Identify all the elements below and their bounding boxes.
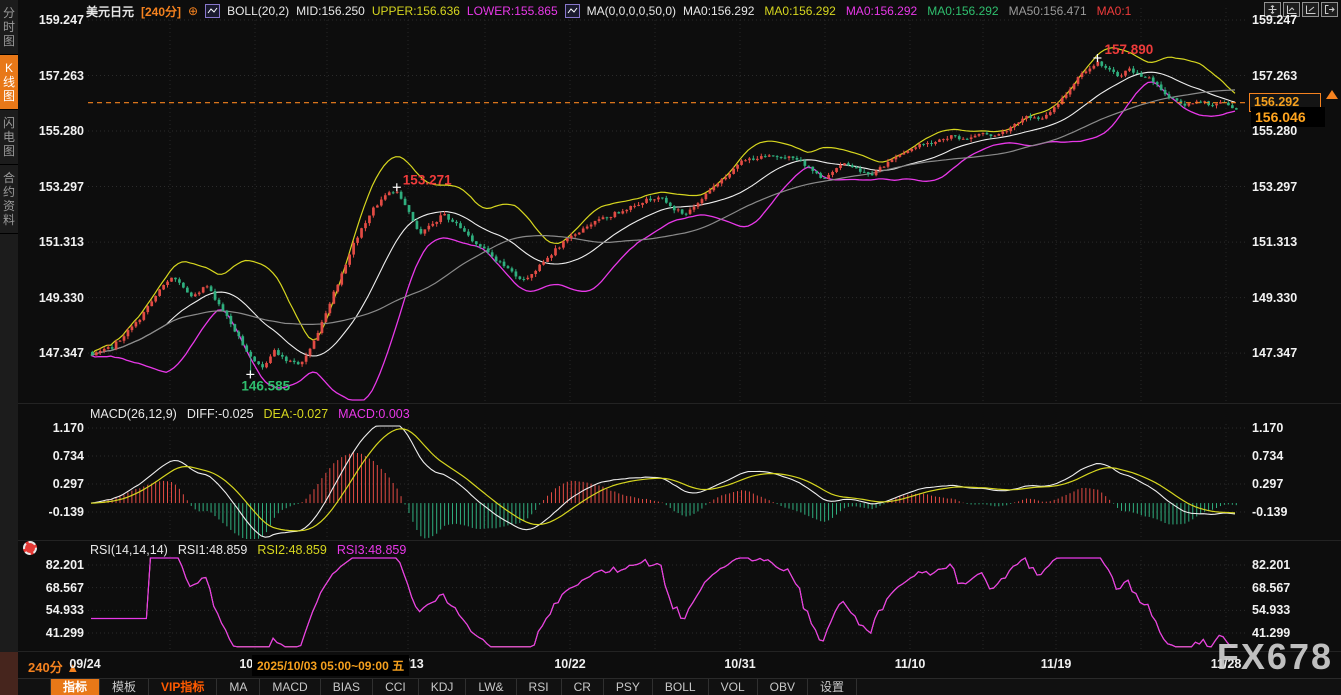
left-sidebar: 分 时 图K 线 图闪 电 图合 约 资 料 [0,0,18,652]
rsi-panel[interactable] [88,556,1248,652]
sidebar-tab-contract-info[interactable]: 合 约 资 料 [0,165,18,234]
panel-separator [18,403,1341,404]
toolbar-psy[interactable]: PSY [604,679,653,695]
toolbar-kdj[interactable]: KDJ [419,679,467,695]
price-axis-label: 157.263 [22,69,84,83]
toolbar-zhibiao[interactable]: 指标 [50,679,100,695]
price-axis-label: 147.347 [1252,346,1338,360]
macd-axis-label: 0.734 [1252,449,1338,463]
price-axis-label: 153.297 [22,180,84,194]
macd-axis-label: 1.170 [22,421,84,435]
time-axis: 240分 ▲ 2025/10/03 05:00~09:00 五 09/2410/… [0,652,1341,678]
macd-title: MACD(26,12,9) [90,407,177,421]
rsi-axis-label: 82.201 [22,558,84,572]
sidebar-tab-time-chart[interactable]: 分 时 图 [0,0,18,55]
price-axis-label: 147.347 [22,346,84,360]
watermark-logo: FX678 [1217,636,1333,678]
toolbar-cci[interactable]: CCI [373,679,419,695]
toolbar-vip-zhibiao[interactable]: VIP指标 [149,679,217,695]
toolbar-bias[interactable]: BIAS [321,679,373,695]
macd-axis-label: -0.139 [22,505,84,519]
time-tooltip: 2025/10/03 05:00~09:00 五 [252,655,409,676]
rsi1-value: RSI1:48.859 [178,543,248,557]
price-axis-label: 159.247 [1252,13,1338,27]
rsi-header: RSI(14,14,14) RSI1:48.859 RSI2:48.859 RS… [90,543,406,557]
toolbar-obv[interactable]: OBV [758,679,808,695]
macd-axis-label: -0.139 [1252,505,1338,519]
price-axis-label: 151.313 [1252,235,1338,249]
panel-separator [18,540,1341,541]
date-label: 10/31 [710,657,770,671]
date-label: 11/19 [1026,657,1086,671]
rsi-axis-label: 54.933 [22,603,84,617]
macd-macd-value: MACD:0.003 [338,407,410,421]
rsi3-value: RSI3:48.859 [337,543,407,557]
rsi-title: RSI(14,14,14) [90,543,168,557]
price-axis-label: 155.280 [1252,124,1338,138]
rsi-axis-label: 41.299 [22,626,84,640]
rsi-axis-label: 54.933 [1252,603,1338,617]
svg-text:146.585: 146.585 [241,378,290,393]
rsi-axis-label: 68.567 [22,581,84,595]
alert-icon[interactable] [23,541,37,555]
price-axis-label: 149.330 [22,291,84,305]
rsi-axis-label: 68.567 [1252,581,1338,595]
indicator-toolbar: 指标模板VIP指标MAMACDBIASCCIKDJLW&RSICRPSYBOLL… [18,678,1341,695]
macd-panel[interactable] [88,424,1248,540]
macd-header: MACD(26,12,9) DIFF:-0.025 DEA:-0.027 MAC… [90,407,410,421]
macd-axis-label: 0.297 [1252,477,1338,491]
toolbar-ma[interactable]: MA [217,679,260,695]
toolbar-shezhi[interactable]: 设置 [808,679,857,695]
price-axis-label: 153.297 [1252,180,1338,194]
date-label: 11/10 [880,657,940,671]
toolbar-cr[interactable]: CR [562,679,604,695]
toolbar-boll[interactable]: BOLL [653,679,709,695]
macd-axis-label: 0.734 [22,449,84,463]
chart-application-window: 分 时 图K 线 图闪 电 图合 约 资 料 美元日元 [240分] ⊕ BOL… [0,0,1341,695]
svg-text:153.271: 153.271 [403,172,452,187]
price-axis-label: 155.280 [22,124,84,138]
price-axis-label: 149.330 [1252,291,1338,305]
date-label: 10/22 [540,657,600,671]
toolbar-macd[interactable]: MACD [260,679,320,695]
macd-diff-value: DIFF:-0.025 [187,407,254,421]
svg-text:157.890: 157.890 [1104,42,1153,57]
rsi2-value: RSI2:48.859 [257,543,327,557]
rsi-axis-label: 82.201 [1252,558,1338,572]
price-axis-label: 151.313 [22,235,84,249]
toolbar-lwr[interactable]: LW& [466,679,516,695]
macd-axis-label: 0.297 [22,477,84,491]
sidebar-tab-kline-chart[interactable]: K 线 图 [0,55,18,110]
date-label: 09/24 [55,657,115,671]
main-candlestick-chart[interactable]: 157.890 153.271 146.585 [88,8,1248,402]
price-axis-label: 157.263 [1252,69,1338,83]
toolbar-rsi[interactable]: RSI [517,679,562,695]
macd-axis-label: 1.170 [1252,421,1338,435]
macd-dea-value: DEA:-0.027 [264,407,329,421]
price-arrow-icon [1326,90,1338,99]
toolbar-vol[interactable]: VOL [709,679,758,695]
price-axis-label: 159.247 [22,13,84,27]
sidebar-tab-lightning-chart[interactable]: 闪 电 图 [0,110,18,165]
toolbar-moban[interactable]: 模板 [100,679,149,695]
